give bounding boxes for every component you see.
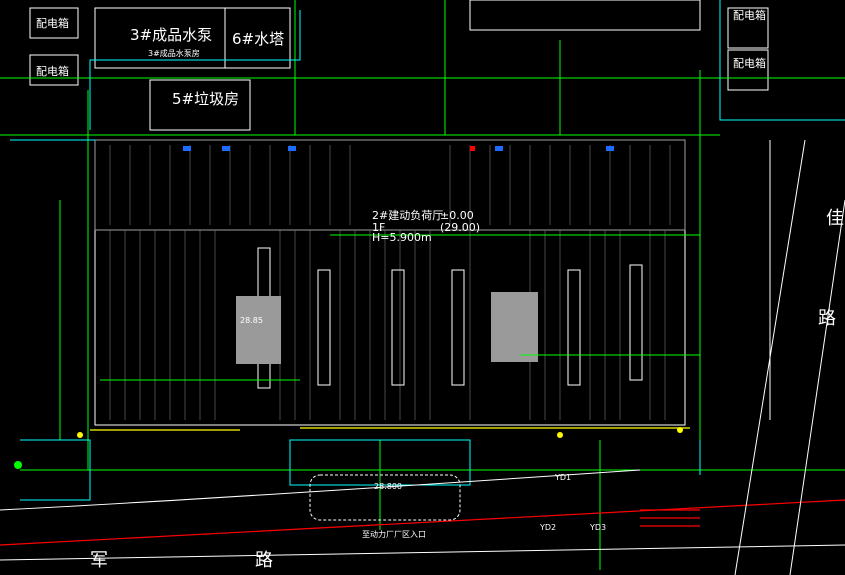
height-label: H=5.900m	[372, 231, 432, 244]
site-plan-drawing	[0, 0, 845, 575]
entrance-label: 至动力厂厂区入口	[362, 530, 426, 539]
grey-zone-right	[491, 292, 538, 362]
workshop-label: 2#建动负荷厅	[372, 209, 444, 222]
yd3-label: YD3	[590, 523, 607, 532]
pump-house-label: 3#成品水泵	[130, 26, 213, 44]
pump-house-sub-label: 3#成品水泵房	[148, 49, 200, 58]
power-room-label-1: 配电箱	[36, 17, 69, 30]
pond-label: 28.800	[374, 482, 402, 491]
water-tower-label: 6#水塔	[232, 30, 285, 48]
yd1-label: YD1	[555, 473, 572, 482]
road-label-lu-bottom: 路	[255, 550, 273, 571]
power-room-label-4: 配电箱	[733, 57, 766, 70]
power-room-label-3: 配电箱	[733, 9, 766, 22]
yd2-label: YD2	[540, 523, 557, 532]
road-label-jun: 军	[90, 550, 108, 571]
drawing-frame	[0, 0, 845, 575]
power-room-label-2: 配电箱	[36, 65, 69, 78]
elevation-zero-label: ±0.00	[440, 209, 474, 222]
road-label-jia: 佳	[826, 208, 844, 229]
grey-zone-left	[236, 296, 281, 364]
elevation-value-label: (29.00)	[440, 221, 481, 234]
garbage-room-label: 5#垃圾房	[172, 90, 240, 108]
road-label-lu-right: 路	[818, 308, 836, 329]
center-value-label: 28.85	[240, 316, 263, 325]
